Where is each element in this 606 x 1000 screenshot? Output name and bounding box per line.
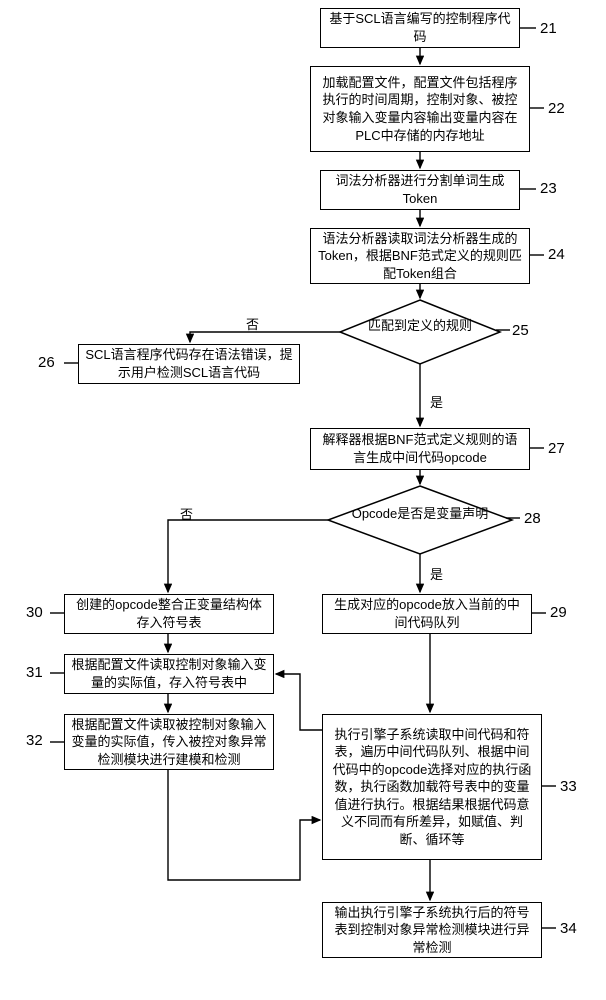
node-33-text: 执行引擎子系统读取中间代码和符表，遍历中间代码队列、根据中间代码中的opcode…: [329, 726, 535, 849]
node-27-text: 解释器根据BNF范式定义规则的语言生成中间代码opcode: [317, 431, 523, 466]
node-31-text: 根据配置文件读取控制对象输入变量的实际值，存入符号表中: [71, 656, 267, 691]
label-29: 29: [550, 604, 567, 621]
node-30: 创建的opcode整合正变量结构体存入符号表: [64, 594, 274, 634]
node-32-text: 根据配置文件读取被控制对象输入变量的实际值，传入被控对象异常检测模块进行建模和检…: [71, 716, 267, 769]
label-27: 27: [548, 440, 565, 457]
edge-25-yes: 是: [430, 392, 443, 411]
label-24: 24: [548, 246, 565, 263]
label-26: 26: [38, 354, 55, 371]
edge-25-no: 否: [246, 314, 259, 333]
node-33: 执行引擎子系统读取中间代码和符表，遍历中间代码队列、根据中间代码中的opcode…: [322, 714, 542, 860]
node-28-text: Opcode是否是变量声明: [346, 506, 494, 523]
label-21: 21: [540, 20, 557, 37]
node-22: 加载配置文件，配置文件包括程序执行的时间周期，控制对象、被控对象输入变量内容输出…: [310, 66, 530, 152]
node-23: 词法分析器进行分割单词生成Token: [320, 170, 520, 210]
node-23-text: 词法分析器进行分割单词生成Token: [327, 172, 513, 207]
node-29-text: 生成对应的opcode放入当前的中间代码队列: [329, 596, 525, 631]
label-28: 28: [524, 510, 541, 527]
node-24: 语法分析器读取词法分析器生成的Token，根据BNF范式定义的规则匹配Token…: [310, 228, 530, 284]
node-30-text: 创建的opcode整合正变量结构体存入符号表: [71, 596, 267, 631]
node-21: 基于SCL语言编写的控制程序代码: [320, 8, 520, 48]
label-30: 30: [26, 604, 43, 621]
node-26-text: SCL语言程序代码存在语法错误，提示用户检测SCL语言代码: [85, 346, 293, 381]
label-22: 22: [548, 100, 565, 117]
label-33: 33: [560, 778, 577, 795]
label-23: 23: [540, 180, 557, 197]
node-24-text: 语法分析器读取词法分析器生成的Token，根据BNF范式定义的规则匹配Token…: [317, 230, 523, 283]
node-29: 生成对应的opcode放入当前的中间代码队列: [322, 594, 532, 634]
node-32: 根据配置文件读取被控制对象输入变量的实际值，传入被控对象异常检测模块进行建模和检…: [64, 714, 274, 770]
label-34: 34: [560, 920, 577, 937]
node-25-text: 匹配到定义的规则: [350, 318, 490, 335]
node-21-text: 基于SCL语言编写的控制程序代码: [327, 10, 513, 45]
node-34-text: 输出执行引擎子系统执行后的符号表到控制对象异常检测模块进行异常检测: [329, 904, 535, 957]
edge-28-no: 否: [180, 504, 193, 523]
node-27: 解释器根据BNF范式定义规则的语言生成中间代码opcode: [310, 428, 530, 470]
node-26: SCL语言程序代码存在语法错误，提示用户检测SCL语言代码: [78, 344, 300, 384]
label-32: 32: [26, 732, 43, 749]
label-25: 25: [512, 322, 529, 339]
node-34: 输出执行引擎子系统执行后的符号表到控制对象异常检测模块进行异常检测: [322, 902, 542, 958]
node-31: 根据配置文件读取控制对象输入变量的实际值，存入符号表中: [64, 654, 274, 694]
edge-28-yes: 是: [430, 564, 443, 583]
node-22-text: 加载配置文件，配置文件包括程序执行的时间周期，控制对象、被控对象输入变量内容输出…: [317, 74, 523, 144]
label-31: 31: [26, 664, 43, 681]
